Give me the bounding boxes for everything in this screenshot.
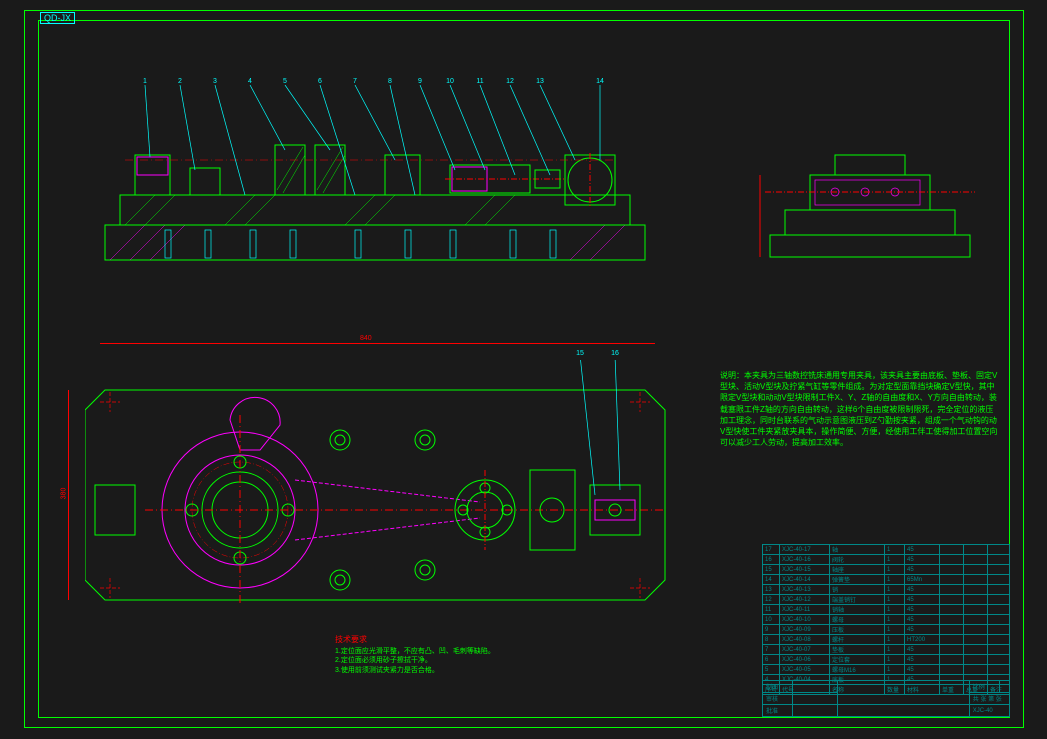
balloon-14: 14	[595, 78, 605, 85]
balloon-3: 3	[210, 78, 220, 85]
table-row: 6XJC-40-06定位套145	[763, 655, 1010, 665]
table-row: 13XJC-40-13销145	[763, 585, 1010, 595]
table-row: 11XJC-40-11销轴145	[763, 605, 1010, 615]
balloon-13: 13	[535, 78, 545, 85]
balloon-1: 1	[140, 78, 150, 85]
balloon-9: 9	[415, 78, 425, 85]
table-row: 8XJC-40-08螺杆1HT200	[763, 635, 1010, 645]
dim-width-line	[100, 343, 655, 344]
balloon-2: 2	[175, 78, 185, 85]
dim-height-line	[68, 390, 69, 600]
balloon-8: 8	[385, 78, 395, 85]
table-row: 5XJC-40-05螺母M16145	[763, 665, 1010, 675]
balloon-12: 12	[505, 78, 515, 85]
table-row: 15XJC-40-15轴座145	[763, 565, 1010, 575]
table-row: 10XJC-40-10螺母145	[763, 615, 1010, 625]
balloon-11: 11	[475, 78, 485, 85]
table-row: 7XJC-40-07垫板145	[763, 645, 1010, 655]
table-row: 12XJC-40-12端盖销钉145	[763, 595, 1010, 605]
balloon-15: 15	[575, 350, 585, 357]
balloon-4: 4	[245, 78, 255, 85]
tech-requirements: 技术要求 1.定位面应光滑平整，不应有凸、凹、毛刺等缺陷。 2.定位面必须用砂子…	[335, 635, 495, 675]
side-view	[755, 145, 985, 265]
tech-note-title: 技术要求	[335, 635, 495, 645]
table-row: 17XJC-40-17轴145	[763, 545, 1010, 555]
table-row: 16XJC-40-16阀轮145	[763, 555, 1010, 565]
parts-list-table: 17XJC-40-17轴14516XJC-40-16阀轮14515XJC-40-…	[762, 544, 1010, 695]
front-section-view	[95, 85, 665, 285]
title-block: 制图 比例 审核 共 张 第 张 批准 XJC-40	[762, 680, 1010, 717]
dim-width: 840	[360, 335, 372, 342]
balloon-10: 10	[445, 78, 455, 85]
table-row: 14XJC-40-14弹簧垫165Mn	[763, 575, 1010, 585]
table-row: 9XJC-40-09压板145	[763, 625, 1010, 635]
plan-view	[85, 360, 675, 630]
balloon-6: 6	[315, 78, 325, 85]
dim-height: 380	[60, 488, 67, 500]
drawing-canvas[interactable]: QD-JX	[0, 0, 1047, 739]
tab-label: QD-JX	[40, 12, 75, 24]
balloon-5: 5	[280, 78, 290, 85]
description-text: 说明：本夹具为三轴数控铣床通用专用夹具，该夹具主要由底板、垫板、固定V型块、活动…	[720, 370, 1000, 448]
balloon-16: 16	[610, 350, 620, 357]
balloon-7: 7	[350, 78, 360, 85]
tech-note-body: 1.定位面应光滑平整，不应有凸、凹、毛刺等缺陷。 2.定位面必须用砂子擦拭干净。…	[335, 647, 495, 674]
